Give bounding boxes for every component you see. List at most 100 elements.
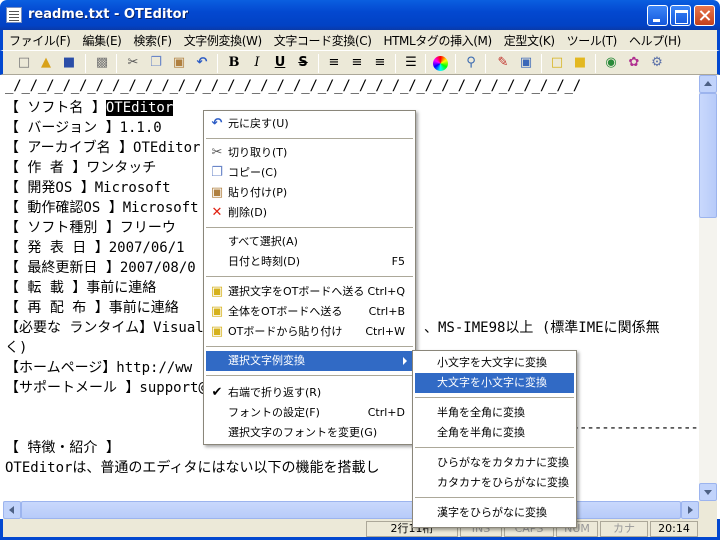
new-doc-icon[interactable]: □ [549,55,565,71]
scrollbar-corner [699,501,717,519]
strikethrough-icon[interactable]: S [295,55,311,71]
open-folder-icon[interactable]: ▲ [38,55,54,71]
menu-item-selection-char-convert[interactable]: 選択文字例変換 [206,351,413,371]
paste-icon[interactable]: ▣ [171,55,187,71]
menu-item-undo[interactable]: ↶ 元に戻す(U) [206,114,413,134]
menu-item-label: 選択文字のフォントを変更(G) [228,426,378,439]
list-icon[interactable]: ☰ [403,55,419,71]
editor-line: 【ホームページ】http://ww [5,360,193,376]
clock: 20:14 [650,521,698,537]
vertical-scroll-thumb[interactable] [699,93,717,218]
bold-icon[interactable]: B [226,55,242,71]
menu-item-label: 削除(D) [228,206,268,219]
pdf-icon[interactable]: ✎ [495,55,511,71]
app-icon[interactable] [6,7,22,23]
underline-icon[interactable]: U [272,55,288,71]
vertical-scrollbar[interactable] [699,75,717,501]
italic-icon[interactable]: I [249,55,265,71]
board-icon: ▣ [210,304,224,319]
menu-separator [206,346,413,347]
scroll-left-button[interactable] [3,501,21,519]
menu-item-select-all[interactable]: すべて選択(A) [206,232,413,252]
menu-item-copy[interactable]: ❐ コピー(C) [206,163,413,183]
menu-item-label: 全体をOTボードへ送る [228,305,343,318]
menu-item-word-wrap[interactable]: ✔ 右端で折り返す(R) [206,383,413,403]
menu-help[interactable]: ヘルプ(H) [629,32,681,49]
delete-icon: ✕ [211,205,223,220]
submenu-item-lower-to-upper[interactable]: 小文字を大文字に変換 [415,353,574,373]
toolbar-separator [595,54,596,73]
menu-edit[interactable]: 編集(E) [82,32,121,49]
menu-item-delete[interactable]: ✕ 削除(D) [206,203,413,223]
horizontal-scroll-thumb[interactable] [21,501,681,519]
scroll-down-button[interactable] [699,483,717,501]
title-bar: readme.txt - OTEditor [0,0,720,30]
undo-icon[interactable]: ↶ [194,55,210,71]
color-wheel-icon[interactable] [433,56,448,71]
search-icon[interactable]: ⚲ [463,55,479,71]
menu-charcode-convert[interactable]: 文字コード変換(C) [274,32,372,49]
print-icon[interactable]: ▩ [94,55,110,71]
submenu-item-full-to-half[interactable]: 全角を半角に変換 [415,423,574,443]
submenu-item-katakana-to-hiragana[interactable]: カタカナをひらがなに変換 [415,473,574,493]
menu-item-label: 貼り付け(P) [228,186,288,199]
status-bar: 2行11桁 INS CAPS NUM カナ 20:14 [0,519,720,540]
scroll-right-button[interactable] [681,501,699,519]
submenu-item-upper-to-lower[interactable]: 大文字を小文字に変換 [415,373,574,393]
horizontal-scrollbar[interactable] [3,501,699,519]
menu-item-date-time[interactable]: 日付と時刻(D) F5 [206,252,413,272]
menu-tools[interactable]: ツール(T) [567,32,618,49]
menu-item-font-settings[interactable]: フォントの設定(F) Ctrl+D [206,403,413,423]
palette-icon[interactable]: ✿ [626,55,642,71]
toolbar-separator [217,54,218,73]
paste-icon: ▣ [210,185,224,200]
menu-item-label: OTボードから貼り付け [228,325,343,338]
menu-item-change-selection-font[interactable]: 選択文字のフォントを変更(G) [206,423,413,443]
menu-item-paste[interactable]: ▣ 貼り付け(P) [206,183,413,203]
menu-char-convert[interactable]: 文字例変換(W) [184,32,262,49]
menu-file[interactable]: ファイル(F) [9,32,71,49]
menu-separator [206,375,413,376]
menu-item-cut[interactable]: ✂ 切り取り(T) [206,143,413,163]
window-title: readme.txt - OTEditor [28,7,188,22]
globe-icon[interactable]: ◉ [603,55,619,71]
cut-icon[interactable]: ✂ [125,55,141,71]
editor-line: 【 バージョン 】1.1.0 [5,120,162,136]
settings-icon[interactable]: ⚙ [649,55,665,71]
minimize-button[interactable] [647,5,668,26]
menu-item-label: 日付と時刻(D) [228,255,301,268]
menu-item-send-all-otboard[interactable]: ▣ 全体をOTボードへ送る Ctrl+B [206,302,413,322]
menu-item-shortcut: Ctrl+B [368,305,405,318]
folder-icon[interactable]: ■ [572,55,588,71]
menu-html-tag[interactable]: HTMLタグの挿入(M) [383,32,492,49]
submenu-item-kanji-to-hiragana[interactable]: 漢字をひらがなに変換 [415,503,574,523]
align-left-icon[interactable]: ≡ [326,55,342,71]
menu-item-send-selection-otboard[interactable]: ▣ 選択文字をOTボードへ送る Ctrl+Q [206,282,413,302]
menu-item-label: 切り取り(T) [228,146,288,159]
submenu-item-hiragana-to-katakana[interactable]: ひらがなをカタカナに変換 [415,453,574,473]
editor-line-tail: 、MS-IME98以上 (標準IMEに関係無 [424,320,660,336]
scroll-up-button[interactable] [699,75,717,93]
copy-icon[interactable]: ❐ [148,55,164,71]
kana-indicator: カナ [600,521,648,537]
toolbar-separator [485,54,486,73]
menu-separator [415,497,574,498]
toolbar-separator [455,54,456,73]
maximize-button[interactable] [670,5,691,26]
editor-line: 【サポートメール 】support@o [5,380,216,396]
window-icon[interactable]: ▣ [518,55,534,71]
board-icon: ▣ [210,284,224,299]
editor-line: く) [5,340,28,356]
submenu-item-half-to-full[interactable]: 半角を全角に変換 [415,403,574,423]
menu-item-paste-otboard[interactable]: ▣ OTボードから貼り付け Ctrl+W [206,322,413,342]
close-button[interactable] [694,5,715,26]
align-right-icon[interactable]: ≡ [372,55,388,71]
editor-line: 【 発 表 日 】2007/06/1 [5,240,185,256]
new-file-icon[interactable]: □ [16,55,32,71]
menu-template[interactable]: 定型文(K) [504,32,555,49]
menu-search[interactable]: 検索(F) [133,32,172,49]
menu-item-shortcut: Ctrl+W [365,325,405,338]
save-icon[interactable]: ■ [61,55,77,71]
align-center-icon[interactable]: ≡ [349,55,365,71]
editor-line: 【 特徴・紹介 】 [5,440,120,456]
